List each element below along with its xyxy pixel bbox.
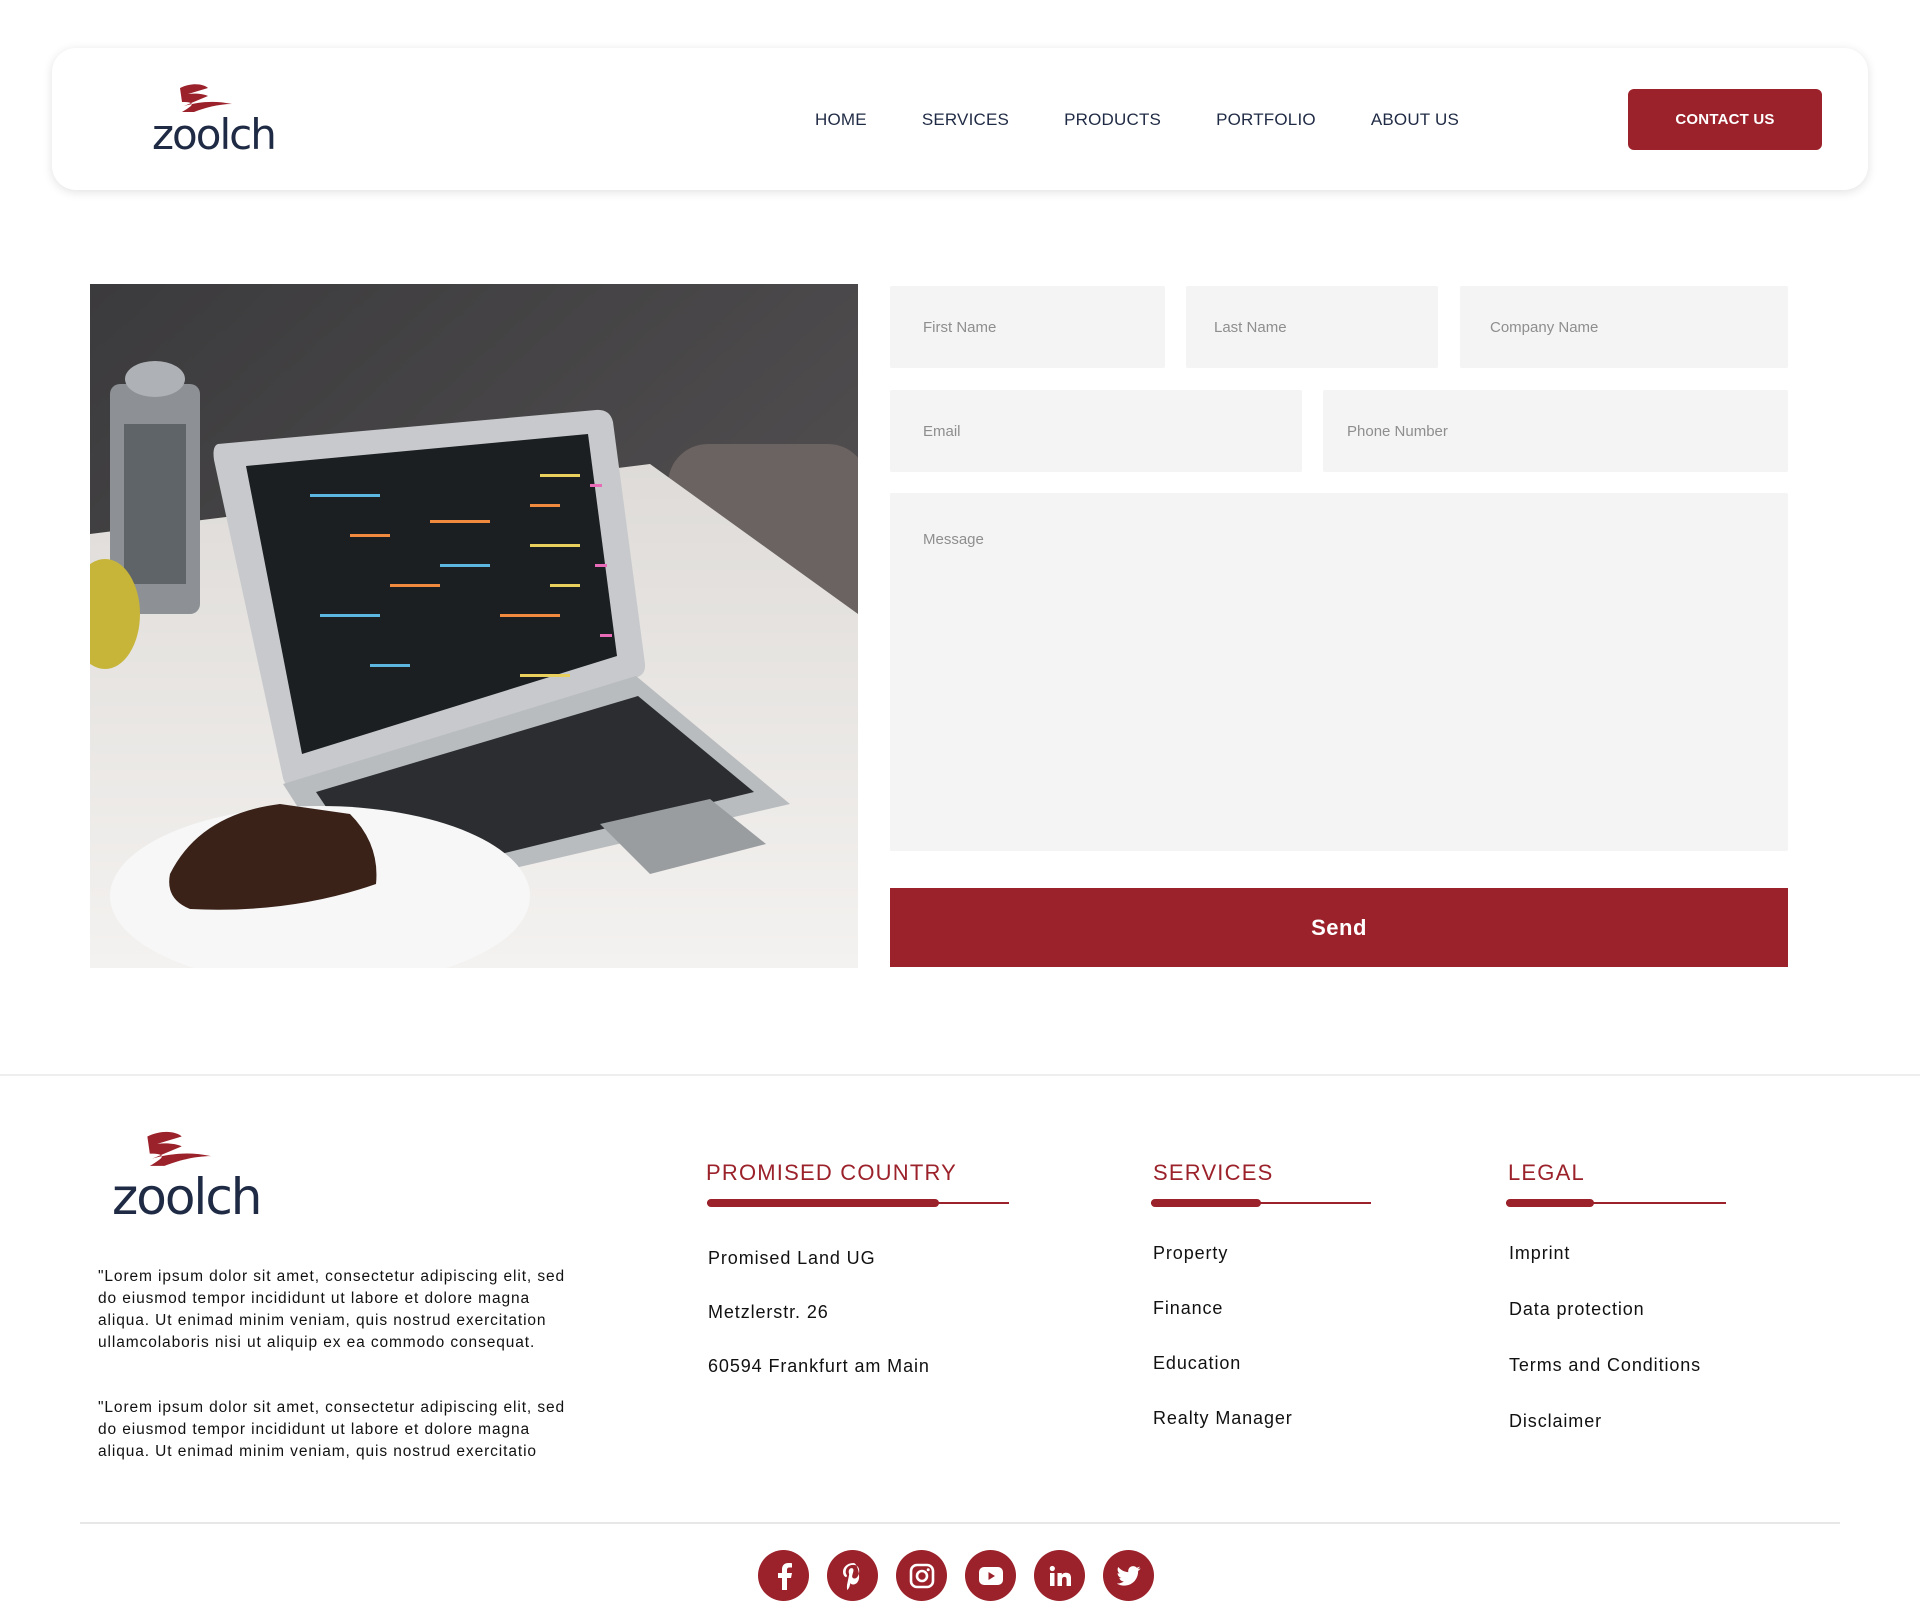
legal-link-imprint[interactable]: Imprint — [1509, 1243, 1570, 1264]
legal-heading-rule — [1506, 1199, 1726, 1207]
company-name-field[interactable]: Company Name — [1460, 286, 1788, 368]
footer-logo[interactable]: zoolch — [112, 1128, 262, 1222]
pinterest-icon[interactable] — [827, 1550, 878, 1601]
laptop-photo-icon — [90, 284, 858, 968]
nav-home[interactable]: HOME — [815, 110, 867, 130]
nav-products[interactable]: PRODUCTS — [1064, 110, 1161, 130]
services-link-realty-manager[interactable]: Realty Manager — [1153, 1408, 1293, 1429]
nav-about-us[interactable]: ABOUT US — [1371, 110, 1459, 130]
services-link-finance[interactable]: Finance — [1153, 1298, 1223, 1319]
services-link-property[interactable]: Property — [1153, 1243, 1228, 1264]
main-nav: HOME SERVICES PRODUCTS PORTFOLIO ABOUT U… — [815, 110, 1459, 130]
last-name-field[interactable]: Last Name — [1186, 286, 1438, 368]
services-link-education[interactable]: Education — [1153, 1353, 1241, 1374]
legal-link-terms[interactable]: Terms and Conditions — [1509, 1355, 1701, 1376]
social-links — [758, 1550, 1154, 1601]
country-heading-rule — [707, 1199, 1009, 1207]
twitter-icon[interactable] — [1103, 1550, 1154, 1601]
legal-link-disclaimer[interactable]: Disclaimer — [1509, 1411, 1602, 1432]
nav-portfolio[interactable]: PORTFOLIO — [1216, 110, 1316, 130]
message-field[interactable]: Message — [890, 493, 1788, 851]
first-name-field[interactable]: First Name — [890, 286, 1165, 368]
contact-us-button[interactable]: CONTACT US — [1628, 89, 1822, 150]
services-heading-rule — [1151, 1199, 1371, 1207]
youtube-icon[interactable] — [965, 1550, 1016, 1601]
address-street: Metzlerstr. 26 — [708, 1302, 829, 1322]
email-field[interactable]: Email — [890, 390, 1302, 472]
send-button[interactable]: Send — [890, 888, 1788, 967]
services-heading: SERVICES — [1153, 1160, 1274, 1185]
instagram-icon[interactable] — [896, 1550, 947, 1601]
logo-swoosh-icon — [147, 1131, 212, 1166]
country-heading: PROMISED COUNTRY — [706, 1160, 958, 1185]
site-header: zoolch HOME SERVICES PRODUCTS PORTFOLIO … — [52, 48, 1868, 190]
hero-photo — [90, 284, 858, 968]
about-paragraph-1: "Lorem ipsum dolor sit amet, consectetur… — [98, 1268, 566, 1351]
logo-wordmark: zoolch — [152, 110, 277, 159]
about-paragraph-2: "Lorem ipsum dolor sit amet, consectetur… — [98, 1399, 566, 1460]
footer-divider — [0, 1074, 1920, 1076]
address-company: Promised Land UG — [708, 1248, 876, 1268]
linkedin-icon[interactable] — [1034, 1550, 1085, 1601]
facebook-icon[interactable] — [758, 1550, 809, 1601]
phone-number-field[interactable]: Phone Number — [1323, 390, 1788, 472]
brand-logo[interactable]: zoolch — [152, 82, 282, 156]
logo-wordmark: zoolch — [112, 1168, 262, 1226]
legal-heading: LEGAL — [1508, 1160, 1585, 1185]
nav-services[interactable]: SERVICES — [922, 110, 1009, 130]
footer-bottom-divider — [80, 1522, 1840, 1524]
address-city: 60594 Frankfurt am Main — [708, 1356, 930, 1376]
legal-link-data-protection[interactable]: Data protection — [1509, 1299, 1645, 1320]
